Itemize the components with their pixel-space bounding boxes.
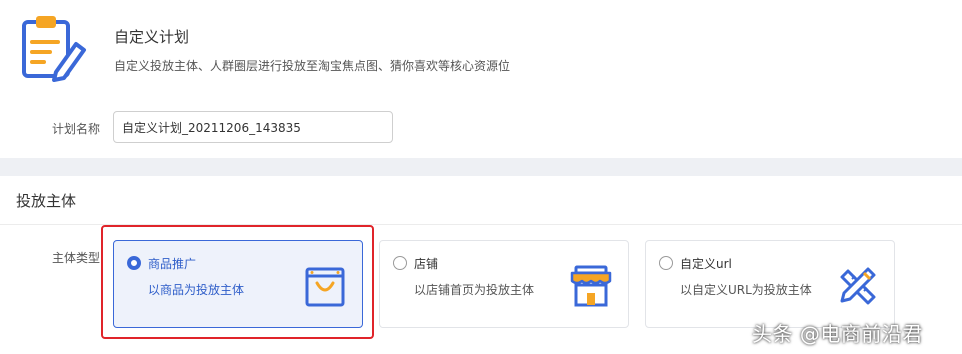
option-description: 以店铺首页为投放主体 — [414, 283, 535, 297]
option-description: 以自定义URL为投放主体 — [680, 283, 812, 297]
page-title: 自定义计划 — [114, 28, 190, 46]
section-divider-line — [0, 224, 962, 225]
shopping-bag-icon — [305, 267, 345, 307]
option-title: 商品推广 — [148, 257, 197, 271]
plan-name-input[interactable] — [113, 111, 393, 143]
plan-header: 自定义计划 自定义投放主体、人群圈层进行投放至淘宝焦点图、猜你喜欢等核心资源位 — [0, 0, 962, 100]
clipboard-edit-icon — [22, 16, 86, 82]
option-description: 以商品为投放主体 — [148, 283, 245, 297]
subject-option-store[interactable]: 店铺 以店铺首页为投放主体 — [379, 240, 629, 328]
page-description: 自定义投放主体、人群圈层进行投放至淘宝焦点图、猜你喜欢等核心资源位 — [114, 59, 511, 73]
radio-store[interactable] — [393, 256, 407, 270]
option-title: 自定义url — [680, 257, 732, 271]
radio-product[interactable] — [127, 256, 141, 270]
radio-custom-url[interactable] — [659, 256, 673, 270]
subject-type-label: 主体类型 — [52, 251, 101, 265]
storefront-icon — [570, 265, 612, 307]
section-divider — [0, 158, 962, 176]
watermark: 头条 @电商前沿君 — [752, 322, 923, 346]
pencil-ruler-icon — [840, 267, 876, 305]
subject-option-product[interactable]: 商品推广 以商品为投放主体 — [113, 240, 363, 328]
section-title-subject: 投放主体 — [16, 192, 77, 210]
subject-option-custom-url[interactable]: 自定义url 以自定义URL为投放主体 — [645, 240, 895, 328]
plan-name-label: 计划名称 — [52, 122, 101, 136]
option-title: 店铺 — [414, 257, 439, 271]
